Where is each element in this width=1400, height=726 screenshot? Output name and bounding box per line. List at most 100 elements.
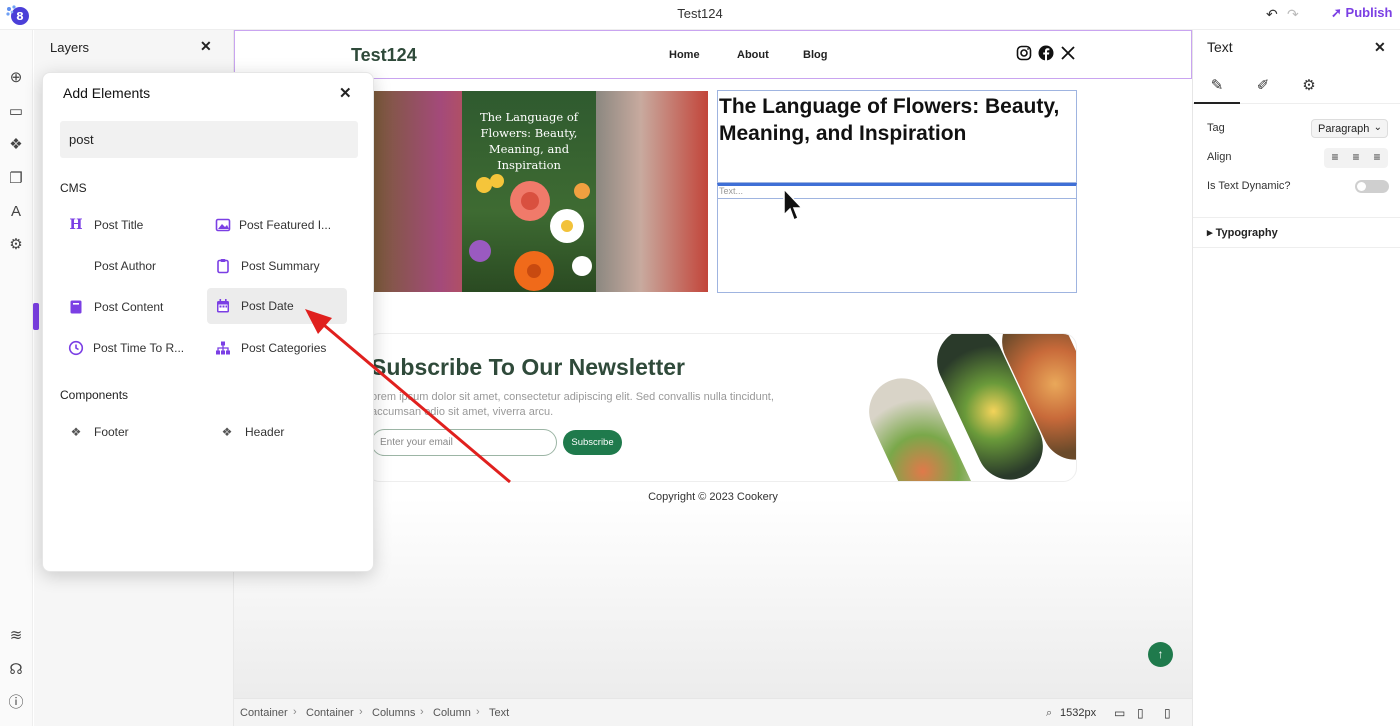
scroll-to-top-button[interactable]: ↑ [1148, 642, 1173, 667]
email-input[interactable]: Enter your email [371, 429, 557, 456]
desktop-icon[interactable]: ▭ [1114, 706, 1125, 720]
breadcrumb: Container › Container › Columns › Column… [234, 698, 1192, 726]
cms-section-label: CMS [60, 181, 87, 195]
clipboard-icon [217, 259, 229, 274]
settings-gear-icon[interactable]: ⚙ [1286, 76, 1332, 104]
element-footer[interactable]: ❖ Footer [60, 414, 200, 450]
image-icon [215, 218, 231, 232]
instagram-icon[interactable] [1016, 45, 1032, 61]
site-header[interactable]: Test124 Home About Blog [234, 30, 1192, 79]
dynamic-toggle[interactable] [1355, 180, 1389, 193]
facebook-icon[interactable] [1038, 45, 1054, 61]
components-section-label: Components [60, 388, 129, 402]
chevron-right-icon: › [293, 706, 297, 718]
x-twitter-icon[interactable] [1060, 45, 1076, 61]
newsletter-section: Subscribe To Our Newsletter orem ipsum d… [366, 333, 1077, 482]
redo-icon[interactable]: ↷ [1287, 6, 1299, 23]
element-post-date[interactable]: Post Date [207, 288, 347, 324]
close-icon[interactable]: ✕ [200, 38, 212, 55]
calendar-icon [217, 299, 229, 313]
typography-section[interactable]: ▸ Typography [1207, 226, 1278, 239]
settings-icon[interactable]: ⚙ [7, 236, 25, 254]
heading-block[interactable]: The Language of Flowers: Beauty, Meaning… [717, 90, 1077, 183]
nav-home[interactable]: Home [669, 49, 700, 61]
post-heading[interactable]: The Language of Flowers: Beauty, Meaning… [719, 93, 1069, 147]
search-input[interactable] [60, 121, 358, 158]
breadcrumb-item[interactable]: Text [489, 707, 509, 719]
chevron-right-icon: › [359, 706, 363, 718]
heading-icon: H [69, 217, 83, 233]
book-cover-title: The Language of Flowers: Beauty, Meaning… [479, 110, 579, 172]
page-canvas[interactable]: Test124 Home About Blog The Language of … [234, 30, 1192, 698]
add-elements-modal: Add Elements ✕ CMS H Post Title Post Fea… [42, 72, 374, 572]
style-brush-icon[interactable]: ✐ [1240, 76, 1286, 104]
element-post-title[interactable]: H Post Title [60, 207, 200, 243]
blurred-background [596, 91, 708, 292]
add-icon[interactable]: ⊕ [7, 69, 25, 87]
document-title: Test124 [677, 6, 723, 21]
properties-panel: Text ✕ ✎ ✐ ⚙ Tag Paragraph ⌄ Align ≡ ≡ ≡… [1192, 30, 1400, 726]
left-icon-rail: ⊕ ▭ ❖ ❐ A ⚙ ≋ ☊ ⓘ [0, 30, 33, 726]
tag-select[interactable]: Paragraph ⌄ [1311, 119, 1388, 138]
dynamic-label: Is Text Dynamic? [1207, 180, 1291, 192]
element-header[interactable]: ❖ Header [211, 414, 351, 450]
align-left-icon[interactable]: ≡ [1326, 150, 1344, 166]
edit-pencil-icon[interactable]: ✎ [1194, 76, 1240, 104]
chevron-down-icon: ⌄ [1373, 122, 1382, 133]
zoom-level[interactable]: 1532px [1060, 707, 1096, 719]
nav-about[interactable]: About [737, 49, 769, 61]
element-post-categories[interactable]: Post Categories [207, 330, 357, 366]
layers-icon[interactable]: ≋ [7, 627, 25, 645]
info-icon[interactable]: ⓘ [7, 694, 25, 712]
align-right-icon[interactable]: ≡ [1368, 150, 1386, 166]
tag-label: Tag [1207, 122, 1225, 134]
section-icon[interactable]: ▭ [7, 103, 25, 121]
nav-blog[interactable]: Blog [803, 49, 827, 61]
components-icon[interactable]: ❖ [7, 136, 25, 154]
mouse-cursor-icon [783, 187, 804, 222]
publish-button[interactable]: ➚ Publish [1331, 5, 1392, 21]
mobile-icon[interactable]: ▯ [1164, 706, 1171, 720]
undo-icon[interactable]: ↶ [1266, 6, 1278, 23]
element-post-summary[interactable]: Post Summary [207, 248, 347, 284]
text-block-selected[interactable]: Text... [717, 183, 1077, 293]
pages-icon[interactable]: ❐ [7, 170, 25, 188]
component-icon: ❖ [70, 425, 82, 439]
align-group: ≡ ≡ ≡ [1324, 148, 1388, 168]
layers-title: Layers [50, 40, 90, 55]
caret-right-icon: ▸ [1207, 227, 1213, 239]
top-bar: 8 Test124 ↶ ↷ ➚ Publish [0, 0, 1400, 30]
breadcrumb-item[interactable]: Container [306, 707, 354, 719]
divider [1193, 247, 1400, 248]
newsletter-title: Subscribe To Our Newsletter [371, 354, 685, 380]
modal-title: Add Elements [63, 85, 151, 101]
toggle-knob [1357, 182, 1366, 191]
element-post-author[interactable]: Post Author [60, 248, 200, 284]
support-icon[interactable]: ☊ [7, 661, 25, 679]
site-logo[interactable]: Test124 [351, 45, 417, 66]
book-icon [70, 300, 82, 314]
element-post-featured-image[interactable]: Post Featured I... [207, 207, 347, 243]
book-cover: The Language of Flowers: Beauty, Meaning… [462, 91, 596, 292]
featured-image[interactable]: The Language of Flowers: Beauty, Meaning… [374, 91, 708, 292]
divider [1193, 217, 1400, 218]
sitemap-icon [216, 341, 230, 355]
panel-tabs: ✎ ✐ ⚙ [1193, 70, 1400, 104]
close-icon[interactable]: ✕ [1374, 39, 1386, 56]
align-center-icon[interactable]: ≡ [1347, 150, 1365, 166]
active-layer-indicator [33, 303, 39, 330]
breadcrumb-item[interactable]: Container [240, 707, 288, 719]
align-label: Align [1207, 151, 1232, 163]
tablet-icon[interactable]: ▯ [1137, 706, 1144, 720]
close-icon[interactable]: ✕ [339, 84, 352, 102]
chevron-right-icon: › [476, 706, 480, 718]
element-post-time-to-read[interactable]: Post Time To R... [60, 330, 200, 366]
typography-icon[interactable]: A [7, 203, 25, 221]
newsletter-body: orem ipsum dolor sit amet, consectetur a… [371, 391, 774, 418]
breadcrumb-item[interactable]: Columns [372, 707, 415, 719]
text-placeholder[interactable]: Text... [718, 186, 1076, 199]
element-post-content[interactable]: Post Content [60, 289, 200, 325]
subscribe-button[interactable]: Subscribe [563, 430, 622, 455]
flowers-illustration [469, 174, 592, 291]
breadcrumb-item[interactable]: Column [433, 707, 471, 719]
